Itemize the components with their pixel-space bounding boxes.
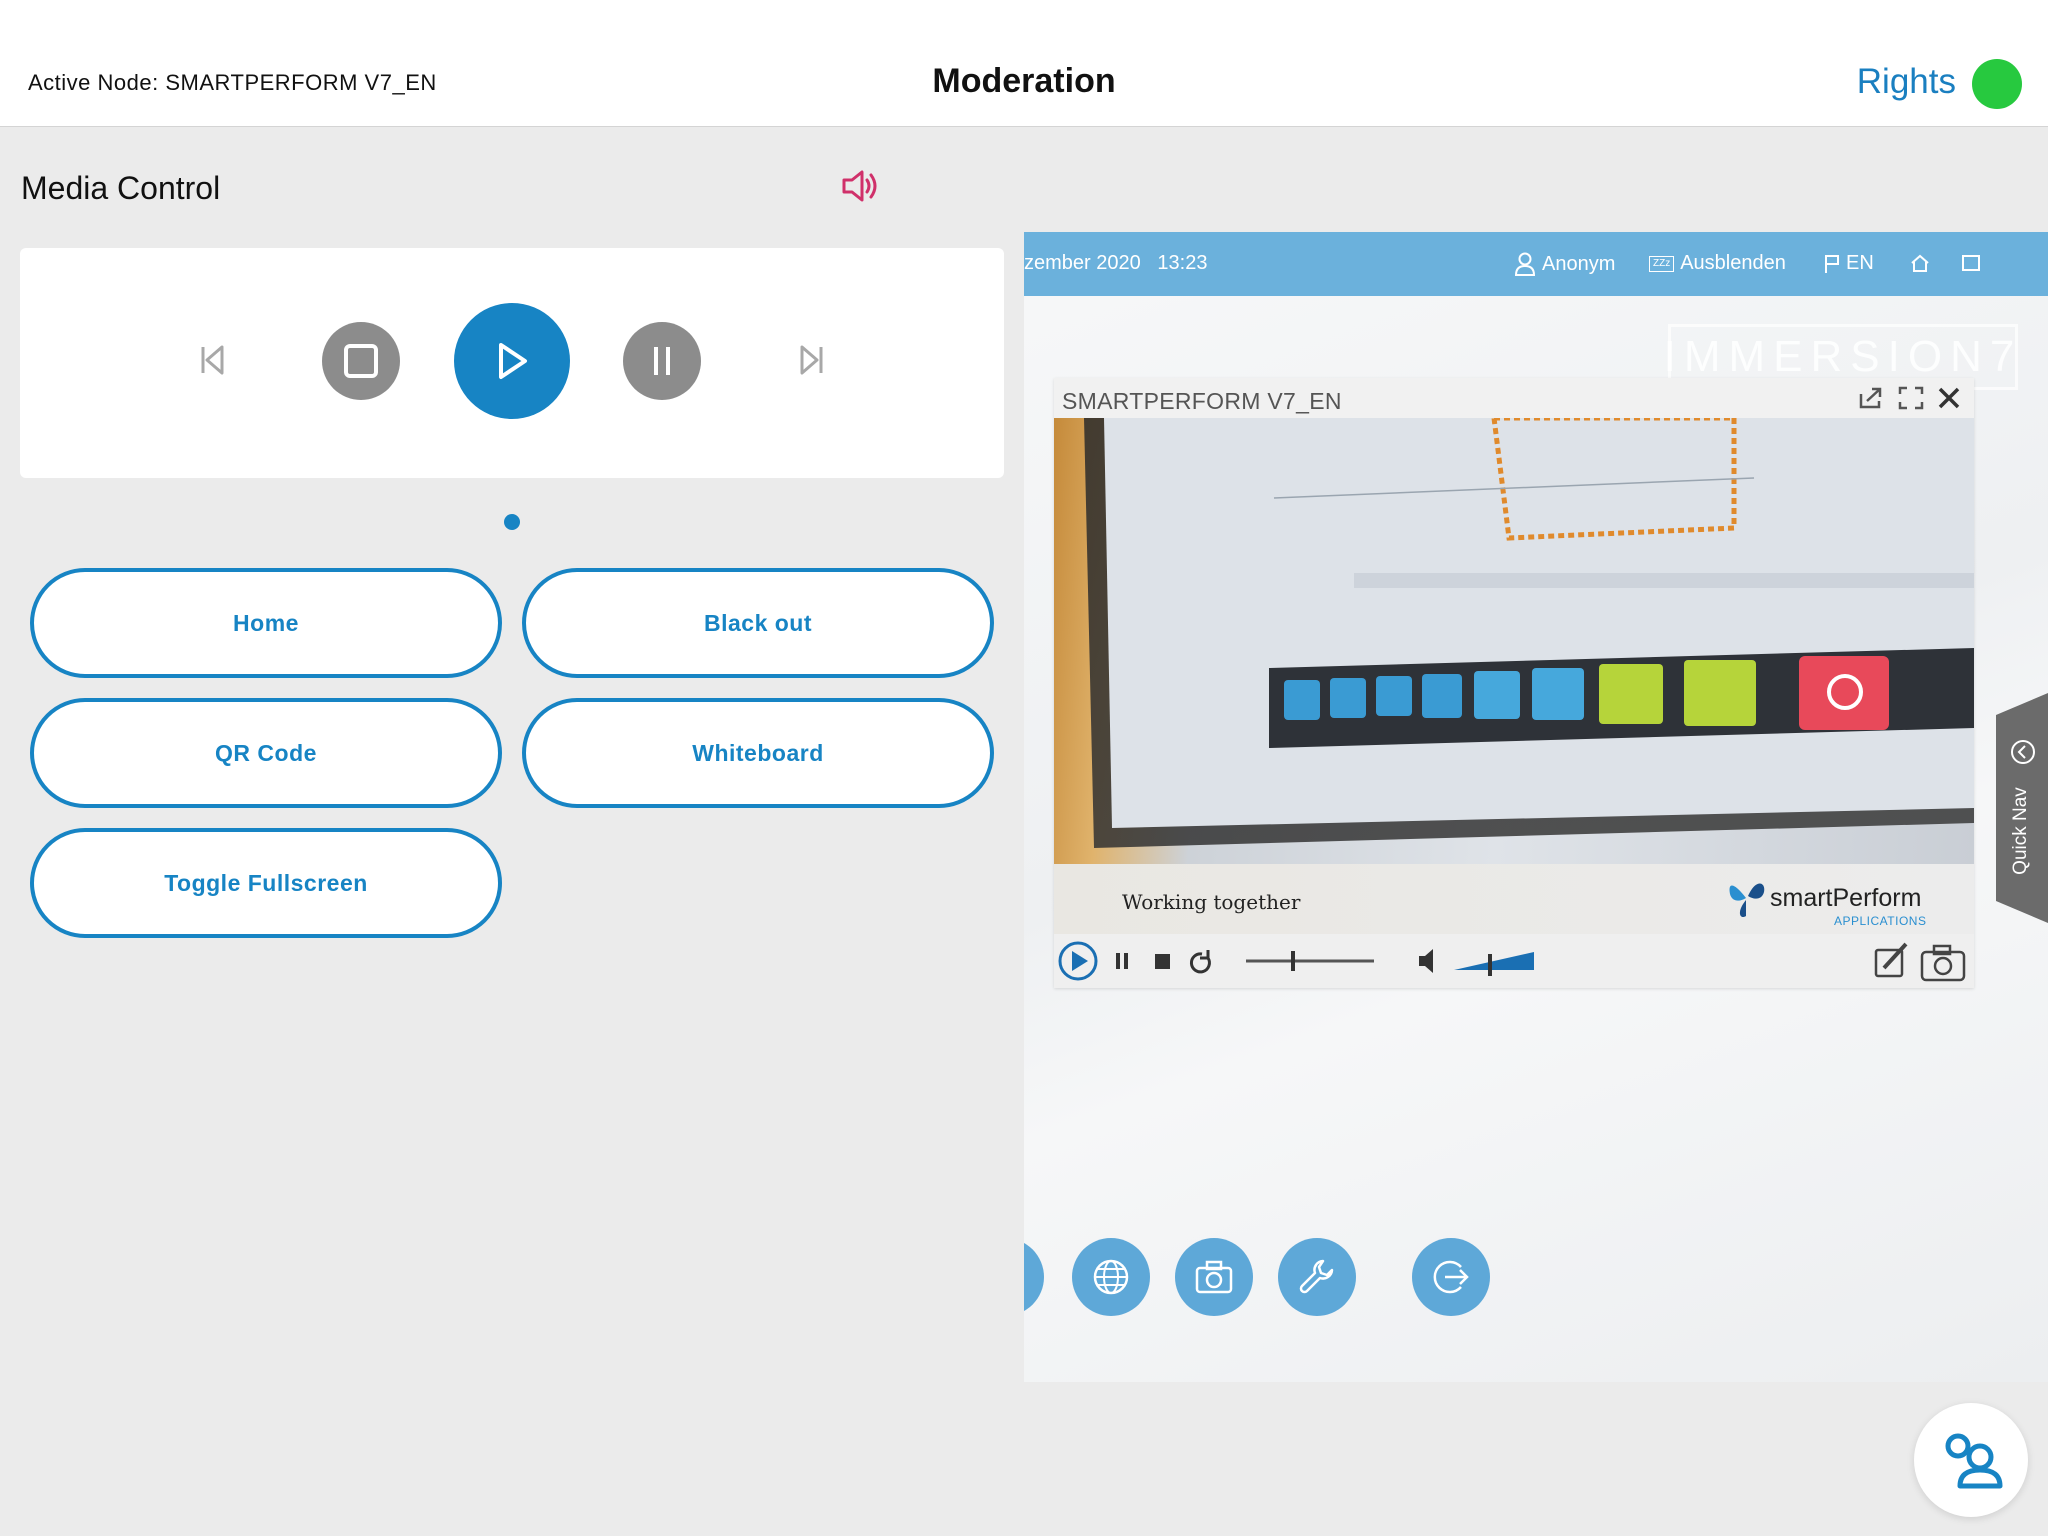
dock-exit-button[interactable]	[1412, 1238, 1490, 1316]
qr-code-button[interactable]: QR Code	[30, 698, 502, 808]
quick-nav-label: Quick Nav	[2010, 787, 2031, 875]
language-button[interactable]: EN	[1824, 252, 1874, 275]
logout-icon	[1433, 1260, 1469, 1294]
users-icon	[1945, 1433, 2003, 1489]
share-icon[interactable]	[1858, 386, 1884, 415]
hide-label: Ausblenden	[1680, 252, 1786, 274]
snapshot-icon[interactable]	[1920, 944, 1966, 982]
play-icon	[499, 343, 527, 379]
window-title: SMARTPERFORM V7_EN	[1062, 388, 1342, 414]
annotate-icon[interactable]	[1874, 942, 1908, 978]
screen-top-bar: zember 2020 13:23 Anonym ZZz Ausblenden …	[1024, 232, 2048, 296]
player-stop-button[interactable]	[1155, 954, 1170, 969]
camera-icon	[1195, 1260, 1233, 1294]
butterfly-logo-icon	[1729, 883, 1765, 918]
page-title: Moderation	[932, 62, 1116, 100]
window-icon	[1962, 255, 1980, 271]
globe-icon	[1093, 1259, 1129, 1295]
hide-button[interactable]: ZZz Ausblenden	[1649, 252, 1786, 275]
volume-handle[interactable]	[1488, 954, 1492, 976]
home-button[interactable]: Home	[30, 568, 502, 678]
status-indicator	[1972, 59, 2022, 109]
pause-icon	[654, 347, 670, 375]
loop-icon[interactable]	[1189, 950, 1211, 974]
window-button[interactable]	[1961, 254, 1981, 272]
close-icon[interactable]	[1936, 386, 1962, 415]
brand-logo-subtext: APPLICATIONS	[1834, 914, 1927, 928]
flag-icon	[1825, 254, 1839, 273]
dock-partial-button[interactable]	[1024, 1238, 1044, 1316]
speaker-icon[interactable]	[1419, 949, 1433, 973]
user-icon	[1514, 252, 1536, 276]
skip-forward-button[interactable]	[792, 340, 832, 380]
video-frame[interactable]	[1054, 418, 1974, 864]
dock-globe-button[interactable]	[1072, 1238, 1150, 1316]
skip-back-button[interactable]	[192, 340, 232, 380]
stop-icon	[344, 344, 378, 378]
caption-bar: Working together smartPerform APPLICATIO…	[1054, 864, 1974, 934]
user-name: Anonym	[1542, 252, 1616, 275]
skip-back-icon	[201, 345, 224, 375]
whiteboard-button[interactable]: Whiteboard	[522, 698, 994, 808]
video-caption: Working together	[1122, 890, 1301, 914]
page-indicator	[504, 514, 520, 530]
player-play-button[interactable]	[1058, 941, 1098, 981]
video-still-image	[1084, 418, 1974, 848]
screen-date: zember 2020 13:23	[1024, 252, 1208, 274]
dock-camera-button[interactable]	[1175, 1238, 1253, 1316]
rights-link[interactable]: Rights	[1857, 62, 1956, 102]
seek-handle[interactable]	[1291, 951, 1295, 971]
active-node-label: Active Node: SMARTPERFORM V7_EN	[28, 70, 437, 95]
stop-button[interactable]	[322, 322, 400, 400]
media-window: SMARTPERFORM V7_EN Working together smar…	[1054, 378, 1974, 988]
wrench-icon	[1299, 1259, 1334, 1294]
media-control-title: Media Control	[21, 170, 221, 206]
chevron-left-icon	[2011, 740, 2035, 764]
user-menu[interactable]: Anonym	[1514, 252, 1615, 276]
dock-tools-button[interactable]	[1278, 1238, 1356, 1316]
brand-logo-text: smartPerform	[1770, 884, 1922, 912]
black-out-button[interactable]: Black out	[522, 568, 994, 678]
home-icon	[1911, 254, 1929, 272]
toggle-fullscreen-button[interactable]: Toggle Fullscreen	[30, 828, 502, 938]
participants-fab[interactable]	[1914, 1403, 2028, 1517]
volume-slider[interactable]	[1454, 952, 1534, 970]
play-button[interactable]	[454, 303, 570, 419]
top-header: Active Node: SMARTPERFORM V7_EN Moderati…	[0, 0, 2048, 127]
skip-forward-icon	[800, 345, 823, 375]
player-card	[20, 248, 1004, 478]
volume-icon[interactable]	[840, 168, 880, 204]
sleep-icon: ZZz	[1649, 255, 1675, 272]
language-label: EN	[1846, 252, 1874, 274]
video-player-bar	[1054, 934, 1974, 988]
fullscreen-icon[interactable]	[1898, 386, 1924, 415]
pause-button[interactable]	[623, 322, 701, 400]
player-pause-button[interactable]	[1116, 953, 1128, 969]
home-nav-button[interactable]	[1910, 254, 1930, 272]
remote-screen[interactable]: zember 2020 13:23 Anonym ZZz Ausblenden …	[1024, 232, 2048, 1382]
